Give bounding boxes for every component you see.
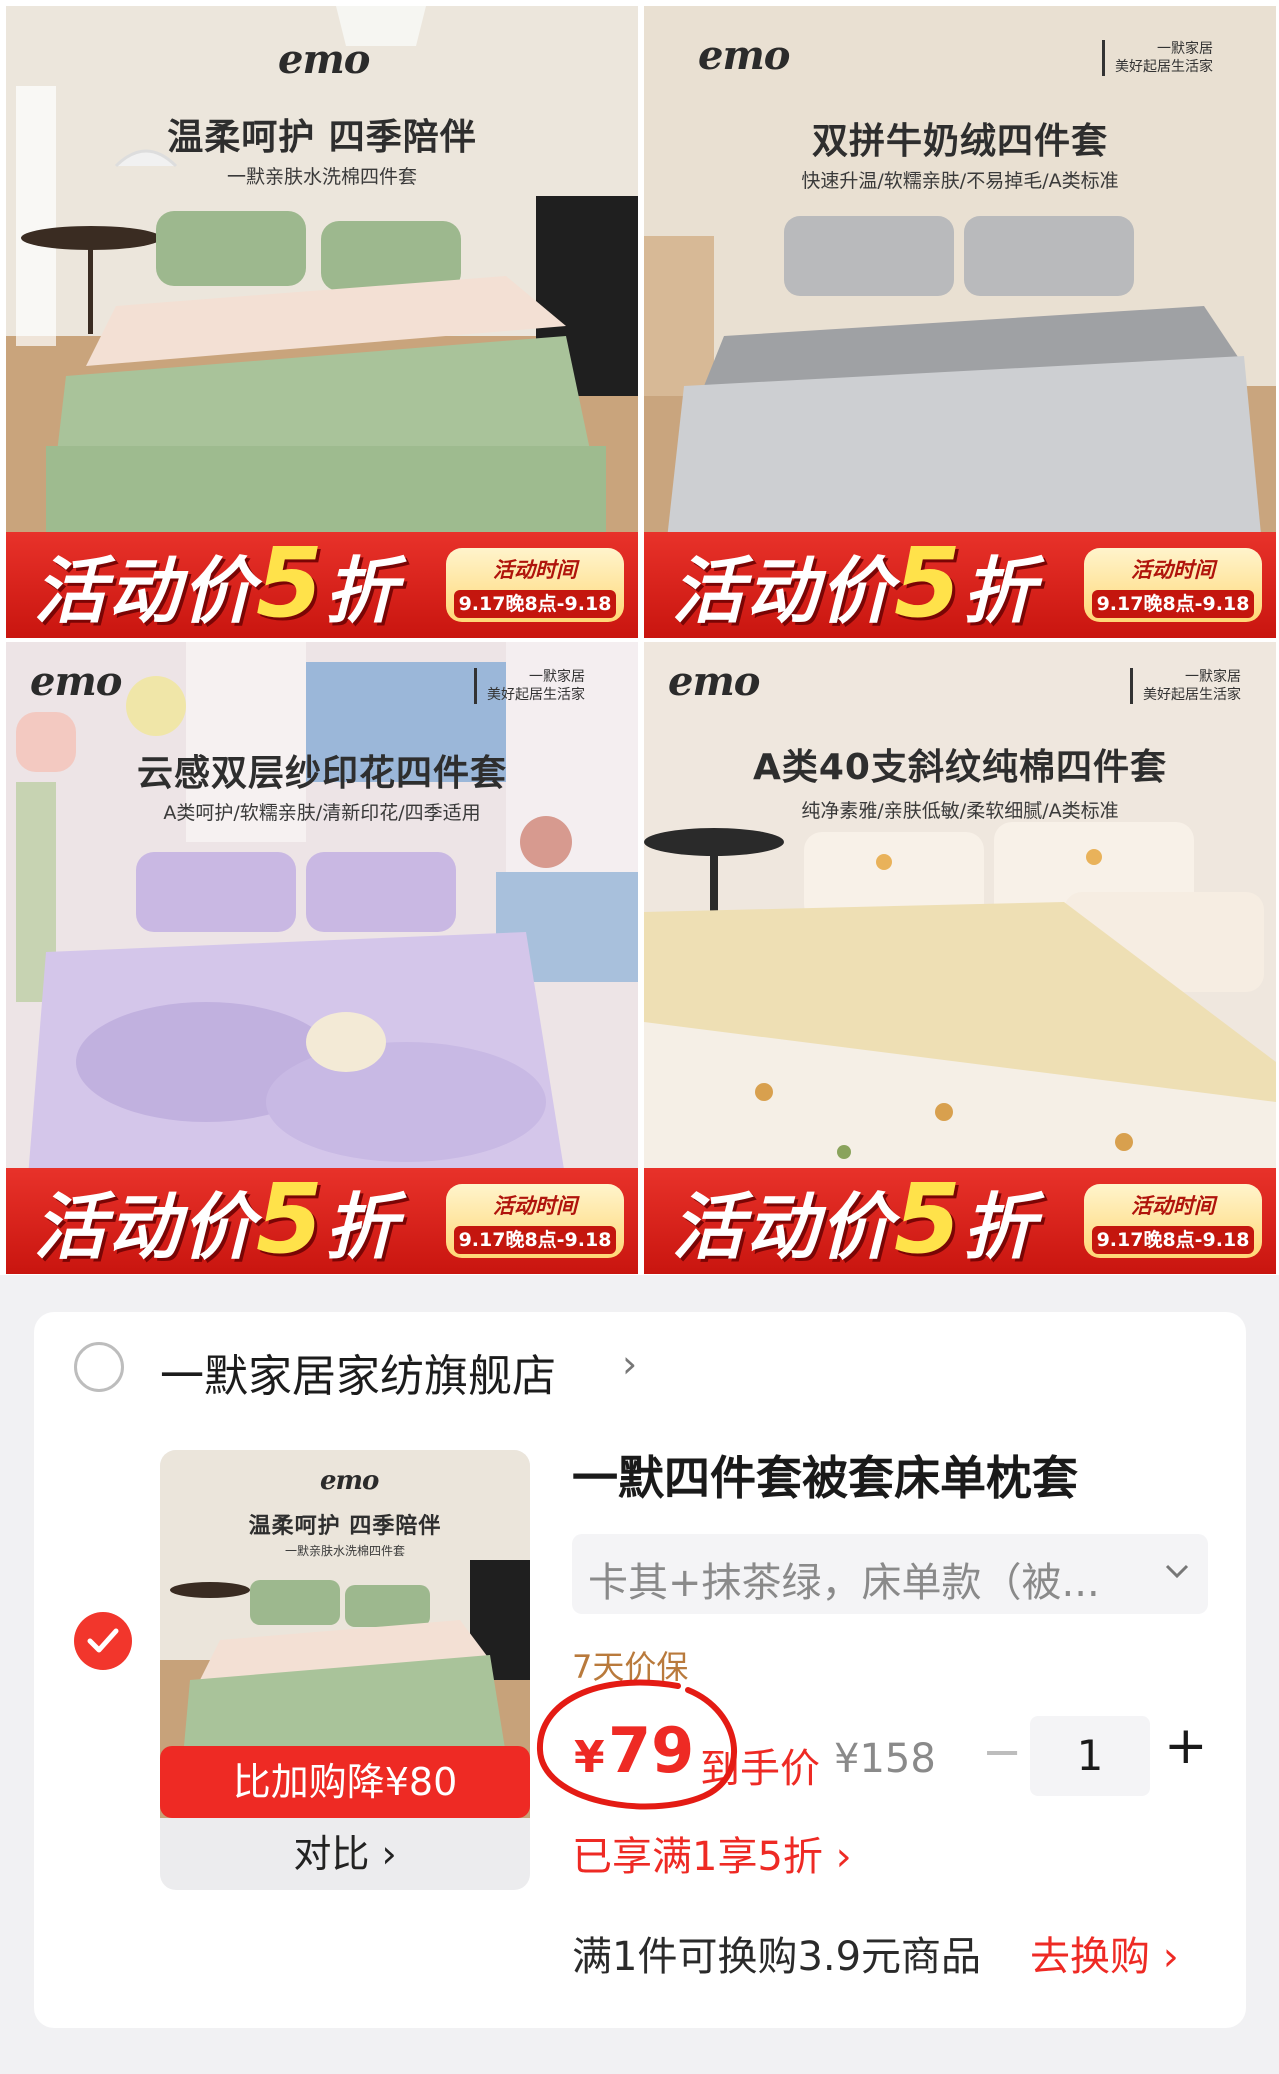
product-subline: A类呵护/软糯亲肤/清新印花/四季适用 — [163, 802, 481, 824]
product-subline: 快速升温/软糯亲肤/不易掉毛/A类标准 — [801, 170, 1119, 192]
promo-time-label: 活动时间 — [1131, 1194, 1215, 1218]
promo-time-range: 9.17晚8点-9.18 — [1092, 1226, 1254, 1254]
product-subline: 纯净素雅/亲肤低敏/柔软细腻/A类标准 — [801, 800, 1119, 822]
original-price: ¥158 — [834, 1736, 936, 1782]
product-grid: emo 温柔呵护 四季陪伴 一默亲肤水洗棉四件套 活动价5折 活动时间 9.17… — [0, 0, 1279, 1275]
product-headline: 云感双层纱印花四件套 — [136, 753, 507, 794]
promo-time-range: 9.17晚8点-9.18 — [454, 590, 616, 618]
swap-offer-button[interactable]: 去换购 › — [1030, 1924, 1179, 1982]
thumbnail-headline: 温柔呵护 四季陪伴 — [248, 1514, 442, 1539]
promo-banner: 活动价5折 活动时间 9.17晚8点-9.18 — [6, 532, 638, 638]
sku-value: 卡其+抹茶绿，床单款（被... — [588, 1560, 1100, 1606]
promo-time-box: 活动时间 9.17晚8点-9.18 — [446, 548, 624, 622]
quantity-increase-button[interactable]: + — [1164, 1716, 1208, 1776]
brand-logo: emo — [698, 32, 790, 79]
promo-time-range: 9.17晚8点-9.18 — [454, 1226, 616, 1254]
price-drop-badge: 比加购降¥80 — [160, 1746, 530, 1818]
brand-logo: emo — [30, 658, 122, 705]
brand-logo: emo — [668, 658, 760, 705]
product-headline: 温柔呵护 四季陪伴 — [167, 117, 477, 158]
hand-drawn-circle-annotation — [536, 1679, 738, 1810]
cart-store-card: 一默家居家纺旗舰店 › emo 温柔呵护 四季陪伴 一默亲肤水洗棉四件套 比加购… — [34, 1312, 1246, 2028]
store-name[interactable]: 一默家居家纺旗舰店 — [160, 1340, 556, 1404]
promo-time-label: 活动时间 — [1131, 558, 1215, 582]
promo-time-label: 活动时间 — [493, 558, 577, 582]
product-headline: A类40支斜纹纯棉四件套 — [753, 747, 1167, 788]
promo-banner: 活动价5折 活动时间 9.17晚8点-9.18 — [644, 532, 1276, 638]
promo-time-box: 活动时间 9.17晚8点-9.18 — [446, 1184, 624, 1258]
promo-text: 活动价5折 — [672, 527, 1037, 638]
promo-time-label: 活动时间 — [493, 1194, 577, 1218]
item-thumbnail[interactable]: emo 温柔呵护 四季陪伴 一默亲肤水洗棉四件套 比加购降¥80 对比 › — [160, 1450, 530, 1890]
promo-time-box: 活动时间 9.17晚8点-9.18 — [1084, 548, 1262, 622]
swap-offer-text: 满1件可换购3.9元商品 — [572, 1934, 982, 1980]
product-card[interactable]: emo 温柔呵护 四季陪伴 一默亲肤水洗棉四件套 活动价5折 活动时间 9.17… — [6, 6, 638, 638]
discount-applied-link[interactable]: 已享满1享5折 › — [572, 1824, 852, 1882]
brand-tagline: 一默家居 美好起居生活家 — [474, 668, 585, 704]
quantity-decrease-button[interactable]: − — [982, 1724, 1022, 1780]
store-select-checkbox[interactable] — [74, 1342, 124, 1392]
item-title[interactable]: 一默四件套被套床单枕套 — [572, 1442, 1078, 1508]
brand-tagline: 一默家居 美好起居生活家 — [1130, 668, 1241, 704]
promo-text: 活动价5折 — [672, 1163, 1037, 1274]
product-card[interactable]: emo 一默家居 美好起居生活家 A类40支斜纹纯棉四件套 纯净素雅/亲肤低敏/柔… — [644, 642, 1276, 1274]
promo-time-range: 9.17晚8点-9.18 — [1092, 590, 1254, 618]
promo-time-box: 活动时间 9.17晚8点-9.18 — [1084, 1184, 1262, 1258]
promo-banner: 活动价5折 活动时间 9.17晚8点-9.18 — [6, 1168, 638, 1274]
promo-text: 活动价5折 — [34, 1163, 399, 1274]
brand-logo: emo — [320, 1466, 379, 1496]
product-subline: 一默亲肤水洗棉四件套 — [226, 166, 417, 188]
product-card[interactable]: emo 一默家居 美好起居生活家 云感双层纱印花四件套 A类呵护/软糯亲肤/清新印… — [6, 642, 638, 1274]
promo-banner: 活动价5折 活动时间 9.17晚8点-9.18 — [644, 1168, 1276, 1274]
sku-selector[interactable]: 卡其+抹茶绿，床单款（被... — [572, 1534, 1208, 1614]
item-checked-icon[interactable] — [74, 1612, 132, 1670]
quantity-input[interactable]: 1 — [1030, 1716, 1150, 1796]
promo-text: 活动价5折 — [34, 527, 399, 638]
chevron-right-icon[interactable]: › — [622, 1342, 637, 1386]
compare-button[interactable]: 对比 › — [160, 1818, 530, 1890]
brand-logo: emo — [278, 36, 370, 83]
product-headline: 双拼牛奶绒四件套 — [811, 121, 1108, 162]
thumbnail-subline: 一默亲肤水洗棉四件套 — [284, 1544, 405, 1558]
chevron-down-icon — [1165, 1564, 1189, 1579]
product-card[interactable]: emo 一默家居 美好起居生活家 双拼牛奶绒四件套 快速升温/软糯亲肤/不易掉毛/… — [644, 6, 1276, 638]
brand-tagline: 一默家居 美好起居生活家 — [1102, 40, 1213, 76]
